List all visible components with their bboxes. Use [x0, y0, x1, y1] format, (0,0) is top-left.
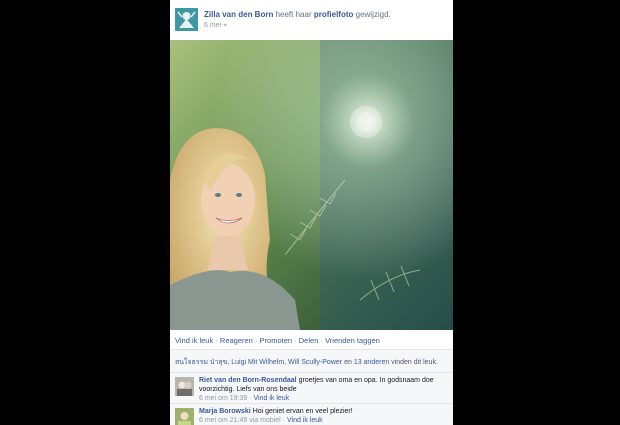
likes-suffix: vinden dit leuk. [391, 359, 438, 366]
avatar-image [175, 408, 194, 425]
separator: · [249, 395, 252, 402]
profile-avatar[interactable] [175, 8, 198, 31]
commenter-avatar[interactable] [175, 377, 194, 396]
comment-time[interactable]: 6 mei om 21:49 via mobiel [199, 417, 281, 424]
separator: · [254, 336, 258, 345]
commenter-avatar[interactable] [175, 408, 194, 425]
profile-photo[interactable] [170, 40, 453, 330]
comment-time[interactable]: 6 mei om 19:39 [199, 395, 247, 402]
action-text-pre: heeft haar [275, 10, 312, 19]
comment-body: Marja Borowski Hoi geniet ervan en veel … [199, 407, 449, 425]
comment-item: Riet van den Born-Rosendaal groetjes van… [170, 372, 453, 403]
post-meta: 6 mei ⌖ [204, 22, 227, 30]
profile-photo-link[interactable]: profielfoto [314, 10, 354, 19]
like-link[interactable]: Vind ik leuk [175, 336, 213, 345]
comment-like-link[interactable]: Vind ik leuk [254, 395, 290, 402]
commenter-name-link[interactable]: Marja Borowski [199, 408, 251, 415]
avatar-image [175, 377, 194, 396]
tag-friends-link[interactable]: Vrienden taggen [325, 336, 380, 345]
share-link[interactable]: Delen [299, 336, 319, 345]
post-headline: Zilla van den Born heeft haar profielfot… [204, 10, 391, 19]
comment-item: Marja Borowski Hoi geniet ervan en veel … [170, 403, 453, 425]
separator: · [215, 336, 218, 345]
post-date[interactable]: 6 mei [204, 22, 221, 29]
comment-meta: 6 mei om 21:49 via mobiel · Vind ik leuk [199, 416, 449, 425]
separator: · [282, 417, 286, 424]
comment-like-link[interactable]: Vind ik leuk [287, 417, 323, 424]
separator: · [320, 336, 323, 345]
likes-and: en [344, 359, 352, 366]
comment-link[interactable]: Reageren [220, 336, 253, 345]
likers-others-link[interactable]: 13 anderen [354, 359, 389, 366]
likes-bar: สนใจธรรม ป่าสุข, Luigi Mit Wilhelm, Will… [170, 349, 453, 372]
post-actions: Vind ik leuk · Reageren · Promoten · Del… [175, 336, 380, 345]
comment-body: Riet van den Born-Rosendaal groetjes van… [199, 376, 449, 403]
author-name-link[interactable]: Zilla van den Born [204, 10, 273, 19]
comment-meta: 6 mei om 19:39 · Vind ik leuk [199, 394, 449, 403]
avatar-image [175, 8, 198, 31]
action-text-post: gewijzigd. [355, 10, 391, 19]
news-feed-post: Zilla van den Born heeft haar profielfot… [170, 0, 453, 425]
likers-names[interactable]: สนใจธรรม ป่าสุข, Luigi Mit Wilhelm, Will… [175, 359, 342, 366]
likes-summary: สนใจธรรม ป่าสุข, Luigi Mit Wilhelm, Will… [175, 357, 438, 368]
separator: · [294, 336, 297, 345]
commenter-name-link[interactable]: Riet van den Born-Rosendaal [199, 377, 297, 384]
globe-icon: ⌖ [223, 22, 228, 29]
promote-link[interactable]: Promoten [260, 336, 293, 345]
comment-text: Hoi geniet ervan en veel plezier! [252, 408, 353, 415]
post-header: Zilla van den Born heeft haar profielfot… [170, 0, 453, 40]
